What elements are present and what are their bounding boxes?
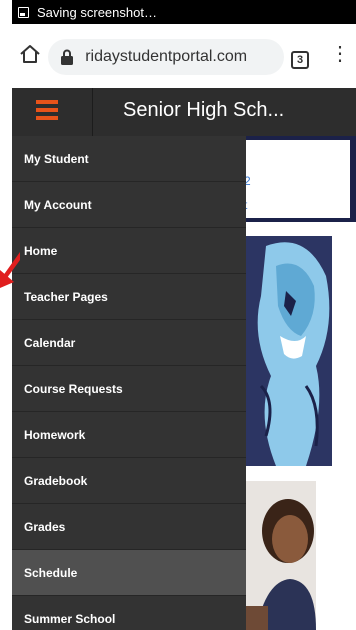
nav-item-label: Schedule [24, 565, 78, 580]
annotation-arrow-icon [0, 252, 20, 288]
nav-item-schedule[interactable]: Schedule [12, 550, 246, 596]
site-header: Senior High Sch... [12, 88, 356, 136]
mascot-image [246, 236, 332, 466]
nav-item-home[interactable]: Home [12, 228, 246, 274]
nav-item-label: Teacher Pages [24, 289, 108, 304]
phone-screen: Saving screenshot… ridaystudentportal.co… [12, 0, 356, 630]
nav-item-label: My Account [24, 197, 92, 212]
site-title: Senior High Sch... [123, 99, 285, 121]
tab-count: 3 [296, 54, 304, 66]
status-bar: Saving screenshot… [12, 0, 356, 24]
browser-toolbar: ridaystudentportal.com 3 ⋮ [12, 24, 356, 89]
nav-item-label: My Student [24, 151, 89, 166]
nav-item-label: Course Requests [24, 381, 123, 396]
lock-icon [61, 49, 73, 65]
nav-item-my-student[interactable]: My Student [12, 136, 246, 182]
tab-switcher-button[interactable]: 3 [291, 51, 309, 69]
hamburger-icon [36, 100, 58, 122]
news-box: 2 t [244, 136, 356, 222]
nav-item-label: Calendar [24, 335, 76, 350]
frame-border [0, 0, 12, 630]
address-bar[interactable]: ridaystudentportal.com [48, 39, 284, 75]
nav-item-gradebook[interactable]: Gradebook [12, 458, 246, 504]
nav-item-homework[interactable]: Homework [12, 412, 246, 458]
screenshot-icon [18, 6, 29, 18]
nav-item-label: Gradebook [24, 473, 88, 488]
home-icon[interactable] [18, 42, 42, 66]
student-photo [246, 481, 316, 630]
nav-item-label: Homework [24, 427, 86, 442]
nav-item-teacher-pages[interactable]: Teacher Pages [12, 274, 246, 320]
nav-item-grades[interactable]: Grades [12, 504, 246, 550]
url-text: ridaystudentportal.com [82, 48, 248, 65]
nav-item-my-account[interactable]: My Account [12, 182, 246, 228]
nav-item-course-requests[interactable]: Course Requests [12, 366, 246, 412]
menu-toggle-button[interactable] [12, 88, 93, 136]
navigation-drawer: My Student My Account Home Teacher Pages… [12, 136, 246, 630]
nav-item-label: Summer School [24, 611, 116, 626]
nav-item-summer-school[interactable]: Summer School [12, 596, 246, 630]
more-options-icon[interactable]: ⋮ [330, 44, 350, 72]
status-text: Saving screenshot… [37, 4, 157, 20]
nav-item-calendar[interactable]: Calendar [12, 320, 246, 366]
nav-item-label: Grades [24, 519, 66, 534]
nav-item-label: Home [24, 243, 58, 258]
